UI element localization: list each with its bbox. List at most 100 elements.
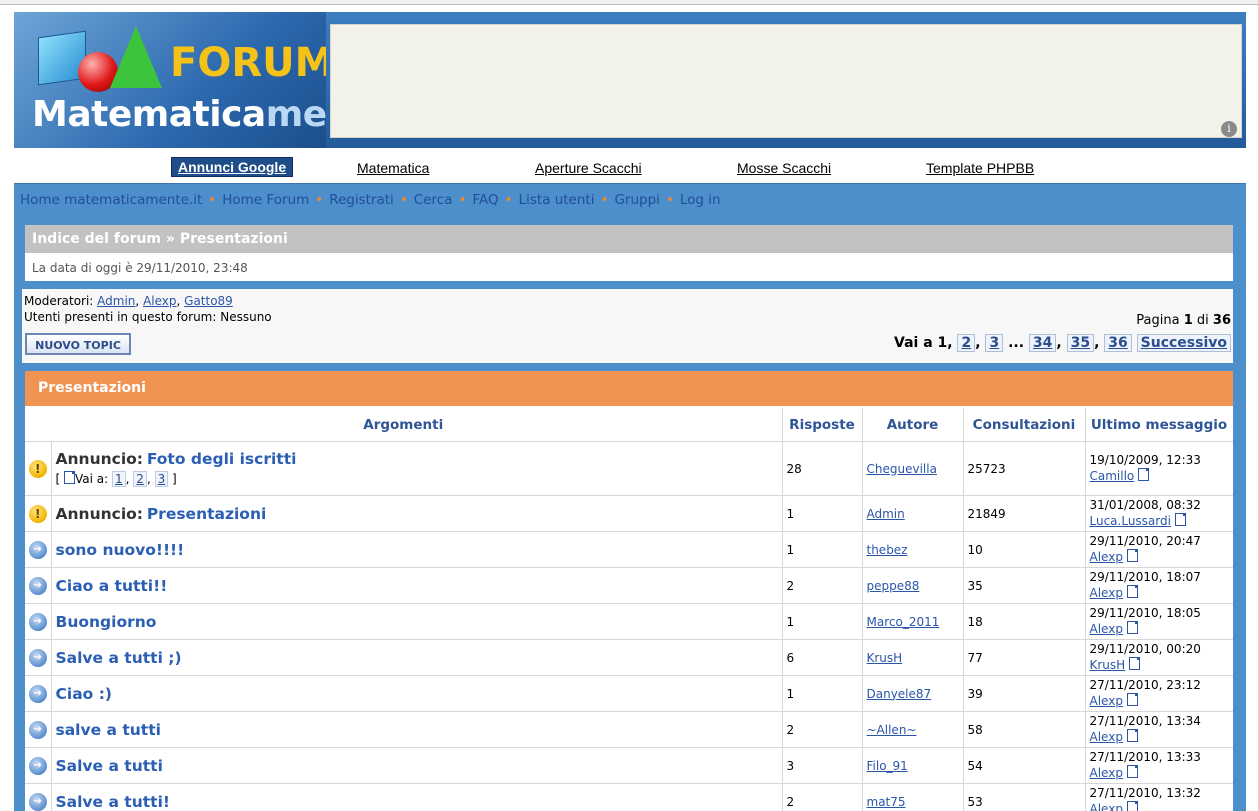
breadcrumb-current[interactable]: Presentazioni: [180, 231, 288, 247]
nav-register[interactable]: Registrati: [329, 192, 394, 208]
page-of-label: di: [1196, 313, 1209, 328]
nav-faq[interactable]: FAQ: [472, 192, 498, 208]
breadcrumb-root[interactable]: Indice del forum: [32, 231, 161, 247]
logo-forum-text: FORUM: [170, 40, 326, 86]
view-latest-post-icon[interactable]: [1174, 513, 1186, 526]
author-link[interactable]: Admin: [867, 507, 905, 521]
google-link-unit: Annunci Google Matematica Aperture Scacc…: [14, 149, 1246, 183]
next-page-link[interactable]: Successivo: [1136, 334, 1231, 352]
view-latest-post-icon[interactable]: [1129, 657, 1141, 670]
replies-cell: 2: [782, 711, 863, 748]
topic-icon: ➔: [28, 576, 47, 595]
author-link[interactable]: Danyele87: [867, 687, 932, 701]
table-row[interactable]: ➔ Ciao a tutti!! 2 peppe88 35 29/11/2010…: [25, 567, 1233, 604]
breadcrumb-separator: »: [165, 231, 175, 247]
google-ads-label[interactable]: Annunci Google: [171, 157, 294, 177]
table-row[interactable]: ➔ Ciao :) 1 Danyele87 39 27/11/2010, 23:…: [25, 675, 1233, 712]
current-date: La data di oggi è 29/11/2010, 23:48: [32, 261, 248, 275]
table-row[interactable]: ! Annuncio: Presentazioni 1 Admin 21849 …: [25, 495, 1233, 532]
topic-title-link[interactable]: sono nuovo!!!!: [56, 541, 185, 559]
author-link[interactable]: Filo_91: [867, 759, 908, 773]
ad-info-icon[interactable]: i: [1221, 121, 1237, 137]
topic-cell: Buongiorno: [51, 603, 783, 640]
view-latest-post-icon[interactable]: [1126, 585, 1138, 598]
nav-member-list[interactable]: Lista utenti: [519, 192, 595, 208]
nav-search[interactable]: Cerca: [414, 192, 453, 208]
topic-title-link[interactable]: Ciao :): [56, 685, 112, 703]
replies-cell: 2: [782, 567, 863, 604]
last-post-user[interactable]: Luca.Lussardi: [1090, 514, 1171, 528]
view-latest-post-icon[interactable]: [1126, 549, 1138, 562]
page-link[interactable]: 35: [1066, 334, 1095, 352]
nav-home-site[interactable]: Home matematicamente.it: [20, 192, 202, 208]
last-post-user[interactable]: Camillo: [1090, 469, 1135, 483]
view-latest-post-icon[interactable]: [1126, 729, 1138, 742]
last-post-user[interactable]: Alexp: [1090, 694, 1123, 708]
last-post-user[interactable]: Alexp: [1090, 586, 1123, 600]
author-link[interactable]: thebez: [867, 543, 908, 557]
topic-title-link[interactable]: Buongiorno: [56, 613, 157, 631]
moderator-link[interactable]: Admin: [97, 294, 135, 308]
ad-link-matematica[interactable]: Matematica: [357, 160, 429, 176]
moderator-link[interactable]: Gatto89: [184, 294, 233, 308]
author-cell: Danyele87: [862, 675, 964, 712]
topic-page-link[interactable]: 2: [133, 471, 147, 487]
logo-cone-icon: [110, 26, 162, 88]
author-link[interactable]: peppe88: [867, 579, 920, 593]
moderator-link[interactable]: Alexp: [143, 294, 176, 308]
author-link[interactable]: Cheguevilla: [867, 462, 937, 476]
page-link[interactable]: 36: [1104, 334, 1132, 352]
row-icon-cell: ➔: [25, 531, 52, 568]
last-post-user[interactable]: Alexp: [1090, 550, 1123, 564]
nav-login[interactable]: Log in: [680, 192, 721, 208]
replies-cell: 2: [782, 783, 863, 811]
nav-groups[interactable]: Gruppi: [614, 192, 659, 208]
table-row[interactable]: ➔ Salve a tutti ;) 6 KrusH 77 29/11/2010…: [25, 639, 1233, 676]
replies-cell: 28: [782, 441, 863, 496]
ad-link-template-phpbb[interactable]: Template PHPBB: [926, 160, 1034, 176]
table-row[interactable]: ➔ Salve a tutti 3 Filo_91 54 27/11/2010,…: [25, 747, 1233, 784]
topic-title-link[interactable]: Ciao a tutti!!: [56, 577, 168, 595]
table-row[interactable]: ➔ Buongiorno 1 Marco_2011 18 29/11/2010,…: [25, 603, 1233, 640]
author-link[interactable]: mat75: [867, 795, 906, 809]
topic-page-link[interactable]: 3: [154, 471, 169, 487]
ad-banner[interactable]: i: [330, 24, 1242, 138]
author-link[interactable]: KrusH: [867, 651, 903, 665]
last-post-date: 27/11/2010, 13:33: [1089, 750, 1201, 764]
view-latest-post-icon[interactable]: [1126, 693, 1138, 706]
table-row[interactable]: ➔ salve a tutti 2 ~Allen~ 58 27/11/2010,…: [25, 711, 1233, 748]
author-link[interactable]: Marco_2011: [867, 615, 940, 629]
last-post-cell: 27/11/2010, 13:34 Alexp: [1085, 711, 1233, 748]
forum-info-box: Moderatori: Admin, Alexp, Gatto89 Utenti…: [22, 289, 1233, 363]
last-post-user[interactable]: Alexp: [1090, 766, 1123, 780]
view-latest-post-icon[interactable]: [1126, 621, 1138, 634]
topic-title-link[interactable]: Salve a tutti!: [56, 793, 170, 811]
view-latest-post-icon[interactable]: [1126, 801, 1138, 811]
author-link[interactable]: ~Allen~: [867, 723, 917, 737]
page-link[interactable]: 3: [985, 334, 1004, 352]
forum-logo[interactable]: FORUM Matematicamente: [14, 12, 326, 148]
last-post-user[interactable]: Alexp: [1090, 730, 1123, 744]
topic-title-link[interactable]: Foto degli iscritti: [147, 450, 297, 468]
topic-title-link[interactable]: Salve a tutti: [56, 757, 163, 775]
last-post-user[interactable]: KrusH: [1090, 658, 1126, 672]
table-row[interactable]: ! Annuncio: Foto degli iscritti [ Vai a:…: [25, 441, 1233, 496]
replies-cell: 1: [782, 495, 863, 532]
topic-title-link[interactable]: Presentazioni: [147, 505, 267, 523]
view-latest-post-icon[interactable]: [1138, 468, 1150, 481]
nav-links: Home matematicamente.it • Home Forum • Regis…: [20, 192, 721, 208]
nav-home-forum[interactable]: Home Forum: [222, 192, 309, 208]
ad-link-mosse-scacchi[interactable]: Mosse Scacchi: [737, 160, 831, 176]
ad-link-aperture-scacchi[interactable]: Aperture Scacchi: [535, 160, 642, 176]
topic-page-link[interactable]: 1: [112, 471, 126, 487]
topic-title-link[interactable]: salve a tutti: [56, 721, 161, 739]
page-link[interactable]: 34: [1028, 334, 1057, 352]
view-latest-post-icon[interactable]: [1126, 765, 1138, 778]
last-post-user[interactable]: Alexp: [1090, 622, 1123, 636]
last-post-user[interactable]: Alexp: [1090, 802, 1123, 811]
new-topic-button[interactable]: NUOVO TOPIC: [25, 333, 131, 355]
table-row[interactable]: ➔ sono nuovo!!!! 1 thebez 10 29/11/2010,…: [25, 531, 1233, 568]
topic-title-link[interactable]: Salve a tutti ;): [56, 649, 182, 667]
table-row[interactable]: ➔ Salve a tutti! 2 mat75 53 27/11/2010, …: [25, 783, 1233, 811]
page-link[interactable]: 2: [957, 334, 976, 352]
